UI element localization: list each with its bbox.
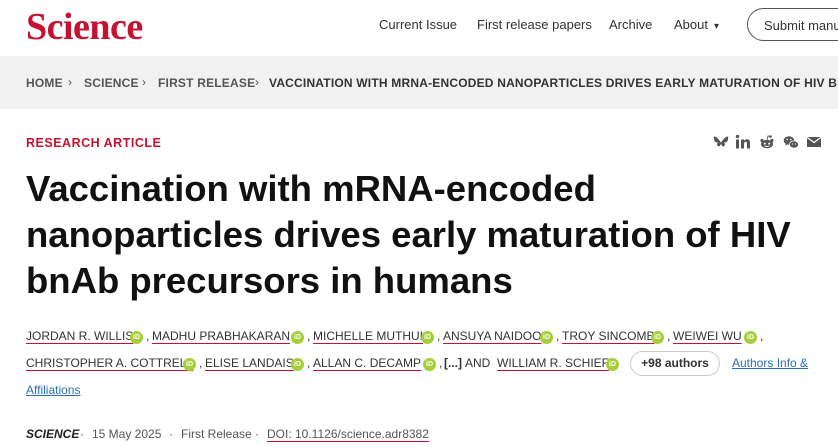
author-separator: ,: [199, 356, 203, 370]
author-separator: ,: [307, 329, 311, 343]
breadcrumb-science[interactable]: SCIENCE: [84, 76, 139, 90]
breadcrumb-home[interactable]: HOME: [26, 76, 63, 90]
author-name[interactable]: WILLIAM R. SCHIEF: [497, 356, 609, 370]
submit-manuscript-button[interactable]: Submit manuscript: [747, 8, 838, 41]
author-name[interactable]: ALLAN C. DECAMP: [313, 356, 421, 370]
publication-status: First Release: [181, 427, 252, 441]
author-and: , AND: [459, 356, 491, 370]
linkedin-icon[interactable]: [735, 134, 751, 150]
wechat-icon[interactable]: [783, 134, 799, 150]
author-separator: ,: [307, 356, 311, 370]
author-name[interactable]: WEIWEI WU: [673, 329, 742, 343]
orcid-icon[interactable]: iD: [291, 358, 304, 371]
article-type: RESEARCH ARTICLE: [26, 136, 162, 150]
nav-first-release[interactable]: First release papers: [477, 17, 592, 32]
author-separator: ,: [437, 329, 441, 343]
chevron-right-icon: ›: [142, 75, 146, 89]
site-header: Science Current Issue First release pape…: [0, 0, 838, 56]
nav-about[interactable]: About ▾: [674, 17, 719, 32]
article-title: Vaccination with mRNA-encoded nanopartic…: [26, 168, 791, 301]
orcid-icon[interactable]: iD: [606, 358, 619, 371]
more-authors-button[interactable]: +98 authors: [630, 351, 720, 376]
orcid-icon[interactable]: iD: [423, 358, 436, 371]
nav-current-issue[interactable]: Current Issue: [379, 17, 457, 32]
science-logo[interactable]: Science: [26, 5, 143, 49]
author-separator: ,: [439, 356, 443, 370]
affiliations-link[interactable]: Affiliations: [26, 383, 80, 397]
author-name[interactable]: CHRISTOPHER A. COTTRELL: [26, 356, 193, 370]
orcid-icon[interactable]: iD: [651, 331, 664, 344]
doi-link[interactable]: DOI: 10.1126/science.adr8382: [267, 427, 429, 441]
breadcrumb: HOME › SCIENCE › FIRST RELEASE › VACCINA…: [0, 56, 838, 109]
journal-name[interactable]: SCIENCE: [26, 427, 79, 441]
orcid-icon[interactable]: iD: [183, 358, 196, 371]
author-separator: ,: [556, 329, 560, 343]
chevron-down-icon: ▾: [713, 21, 720, 32]
chevron-right-icon: ›: [68, 75, 72, 89]
author-separator: ,: [667, 329, 671, 343]
author-name[interactable]: TROY SINCOMB: [562, 329, 654, 343]
publish-date: 15 May 2025: [92, 427, 162, 441]
orcid-icon[interactable]: iD: [130, 331, 143, 344]
bluesky-icon[interactable]: [713, 134, 729, 150]
author-name[interactable]: JORDAN R. WILLIS: [26, 329, 133, 343]
breadcrumb-first-release[interactable]: FIRST RELEASE: [158, 76, 255, 90]
orcid-icon[interactable]: iD: [291, 331, 304, 344]
author-name[interactable]: ANSUYA NAIDOO: [443, 329, 541, 343]
authors-info-link[interactable]: Authors Info &: [732, 356, 808, 370]
author-separator: ,: [146, 329, 150, 343]
email-icon[interactable]: [806, 134, 822, 150]
meta-separator: ·: [169, 427, 173, 441]
author-separator: ,: [760, 329, 764, 343]
orcid-icon[interactable]: iD: [744, 331, 757, 344]
author-name[interactable]: MADHU PRABHAKARAN: [152, 329, 290, 343]
author-name[interactable]: ELISE LANDAIS: [205, 356, 294, 370]
chevron-right-icon: ›: [255, 75, 259, 89]
orcid-icon[interactable]: iD: [421, 331, 434, 344]
orcid-icon[interactable]: iD: [540, 331, 553, 344]
breadcrumb-current: VACCINATION WITH MRNA-ENCODED NANOPARTIC…: [269, 76, 838, 90]
reddit-icon[interactable]: [759, 134, 775, 150]
author-name[interactable]: MICHELLE MUTHUI: [313, 329, 423, 343]
nav-about-label: About: [674, 17, 708, 32]
nav-archive[interactable]: Archive: [609, 17, 652, 32]
meta-separator: ·: [80, 427, 84, 441]
meta-separator: ·: [255, 427, 259, 441]
journal-label: SCIENCE: [26, 427, 80, 441]
